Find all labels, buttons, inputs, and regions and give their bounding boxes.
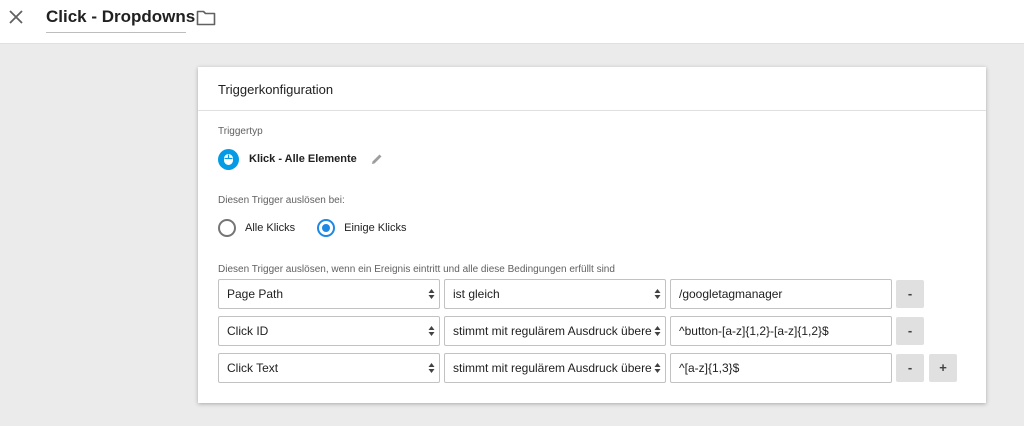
fire-on-radio-group: Alle Klicks Einige Klicks <box>218 217 428 239</box>
remove-condition-button[interactable]: - <box>896 354 924 382</box>
trigger-config-card: Triggerkonfiguration Triggertyp Klick - … <box>198 67 986 403</box>
variable-select-value: Page Path <box>227 287 284 301</box>
add-condition-button[interactable]: + <box>929 354 957 382</box>
radio-label: Einige Klicks <box>344 222 407 234</box>
mouse-icon <box>218 148 239 170</box>
radio-some-clicks[interactable]: Einige Klicks <box>317 219 406 237</box>
select-arrows-icon <box>654 363 661 373</box>
radio-label: Alle Klicks <box>245 222 296 234</box>
fire-on-label: Diesen Trigger auslösen bei: <box>218 195 345 206</box>
top-bar: Click - Dropdowns <box>0 0 1024 44</box>
value-input[interactable]: /googletagmanager <box>670 279 892 309</box>
pencil-icon[interactable] <box>371 153 383 165</box>
operator-select[interactable]: stimmt mit regulärem Ausdruck übere <box>444 316 666 346</box>
close-icon[interactable] <box>6 7 26 27</box>
trigger-type-name: Klick - Alle Elemente <box>249 153 357 165</box>
select-arrows-icon <box>428 326 435 336</box>
operator-select-value: ist gleich <box>453 287 500 301</box>
trigger-type-label: Triggertyp <box>218 126 263 137</box>
folder-icon[interactable] <box>196 9 216 26</box>
operator-select-value: stimmt mit regulärem Ausdruck übere <box>453 361 652 375</box>
variable-select-value: Click Text <box>227 361 279 375</box>
remove-condition-button[interactable]: - <box>896 280 924 308</box>
conditions-label: Diesen Trigger auslösen, wenn ein Ereign… <box>218 264 615 275</box>
select-arrows-icon <box>428 363 435 373</box>
radio-all-clicks[interactable]: Alle Klicks <box>218 219 295 237</box>
variable-select-value: Click ID <box>227 324 269 338</box>
operator-select[interactable]: ist gleich <box>444 279 666 309</box>
page-title[interactable]: Click - Dropdowns <box>46 7 195 33</box>
value-input[interactable]: ^[a-z]{1,3}$ <box>670 353 892 383</box>
operator-select-value: stimmt mit regulärem Ausdruck übere <box>453 324 652 338</box>
select-arrows-icon <box>654 289 661 299</box>
value-input[interactable]: ^button-[a-z]{1,2}-[a-z]{1,2}$ <box>670 316 892 346</box>
select-arrows-icon <box>428 289 435 299</box>
variable-select[interactable]: Page Path <box>218 279 440 309</box>
variable-select[interactable]: Click ID <box>218 316 440 346</box>
variable-select[interactable]: Click Text <box>218 353 440 383</box>
select-arrows-icon <box>654 326 661 336</box>
remove-condition-button[interactable]: - <box>896 317 924 345</box>
trigger-type[interactable]: Klick - Alle Elemente <box>218 148 383 170</box>
radio-button-checked[interactable] <box>317 219 336 237</box>
operator-select[interactable]: stimmt mit regulärem Ausdruck übere <box>444 353 666 383</box>
radio-button[interactable] <box>218 219 236 237</box>
card-title: Triggerkonfiguration <box>198 67 986 111</box>
